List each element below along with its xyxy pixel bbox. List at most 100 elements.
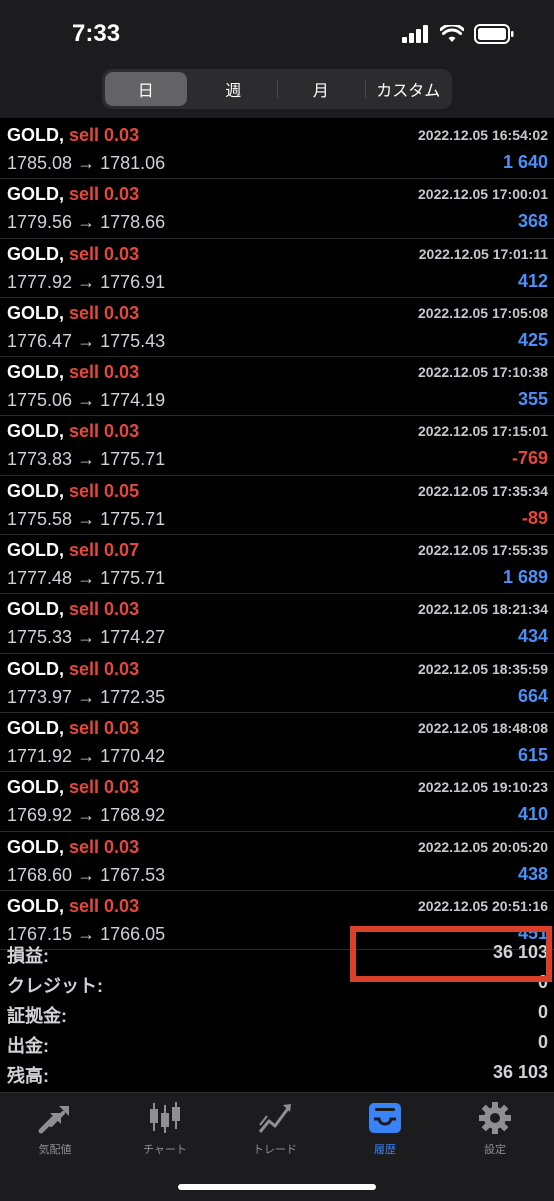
deal-row[interactable]: GOLD, sell 0.03 2022.12.05 20:05:20 1768.6…: [0, 832, 554, 891]
deal-datetime: 2022.12.05 17:10:38: [418, 364, 548, 381]
tab-settings[interactable]: 設定: [440, 1101, 550, 1161]
deal-row[interactable]: GOLD, sell 0.03 2022.12.05 18:35:59 1773.9…: [0, 654, 554, 713]
deal-row[interactable]: GOLD, sell 0.03 2022.12.05 17:00:01 1779.5…: [0, 179, 554, 239]
tab-chart[interactable]: チャート: [110, 1101, 220, 1161]
summary-value: 36 103: [492, 1062, 548, 1082]
deal-datetime: 2022.12.05 17:35:34: [418, 482, 548, 499]
tab-quotes[interactable]: 気配値: [0, 1101, 110, 1161]
deal-profit: 355: [517, 389, 548, 410]
tab-label-quotes: 気配値: [38, 1144, 72, 1156]
deal-symbol: GOLD, sell 0.03: [7, 421, 139, 442]
symbol-text: GOLD,: [7, 184, 64, 205]
candlestick-chart-icon: [150, 1102, 180, 1133]
period-tab-week[interactable]: 週: [193, 72, 275, 106]
header: 7:33 日 週 月 カスタム: [0, 0, 554, 118]
deal-symbol: GOLD, sell 0.03: [7, 718, 139, 739]
deal-row[interactable]: GOLD, sell 0.03 2022.12.05 17:10:38 1775.0…: [0, 357, 554, 417]
deal-datetime: 2022.12.05 16:54:02: [418, 127, 548, 143]
deal-datetime: 2022.12.05 18:35:59: [418, 660, 548, 677]
home-indicator[interactable]: [178, 1184, 376, 1190]
deal-row[interactable]: GOLD, sell 0.03 2022.12.05 17:15:01 1773.8…: [0, 416, 554, 476]
deal-profit: 664: [517, 685, 548, 706]
symbol-text: GOLD,: [7, 362, 64, 383]
deal-symbol: GOLD, sell 0.05: [7, 481, 139, 502]
deal-prices: 1768.60 → 1767.53: [7, 864, 166, 885]
deal-side-volume: sell 0.03: [69, 302, 140, 323]
period-tab-day[interactable]: 日: [105, 72, 187, 106]
summary-row: 残高: 36 103: [0, 1058, 554, 1088]
tab-history[interactable]: 履歴: [330, 1101, 440, 1161]
deal-row[interactable]: GOLD, sell 0.03 2022.12.05 16:54:02 1785.0…: [0, 120, 554, 180]
symbol-text: GOLD,: [7, 658, 64, 679]
deal-datetime: 2022.12.05 18:21:34: [418, 601, 548, 618]
deal-profit: 1 640: [502, 152, 548, 172]
deal-profit: 1 689: [502, 567, 548, 588]
history-inbox-icon: [369, 1103, 401, 1133]
summary-label: 証拠金:: [7, 1006, 67, 1026]
summary-label: 損益:: [7, 946, 49, 966]
deal-symbol: GOLD, sell 0.03: [7, 896, 139, 917]
deal-profit: -89: [521, 507, 548, 528]
tab-label-chart: チャート: [143, 1144, 187, 1156]
tab-label-trade: トレード: [253, 1144, 297, 1156]
deal-history-list: GOLD, sell 0.03 2022.12.05 16:54:02 1785.0…: [0, 120, 554, 951]
symbol-text: GOLD,: [7, 599, 64, 620]
deal-profit: 434: [517, 626, 548, 647]
deal-side-volume: sell 0.03: [69, 836, 140, 857]
tab-trade[interactable]: トレード: [220, 1101, 330, 1161]
deal-row[interactable]: GOLD, sell 0.03 2022.12.05 17:01:11 1777.9…: [0, 239, 554, 298]
deal-side-volume: sell 0.03: [69, 895, 140, 916]
symbol-text: GOLD,: [7, 480, 64, 501]
deal-prices: 1777.48 → 1775.71: [7, 568, 166, 589]
deal-side-volume: sell 0.03: [69, 243, 140, 264]
deal-row[interactable]: GOLD, sell 0.03 2022.12.05 17:05:08 1776.4…: [0, 298, 554, 358]
deal-row[interactable]: GOLD, sell 0.03 2022.12.05 18:21:34 1775.3…: [0, 594, 554, 654]
deal-row[interactable]: GOLD, sell 0.03 2022.12.05 19:10:23 1769.9…: [0, 772, 554, 832]
deal-symbol: GOLD, sell 0.07: [7, 540, 139, 561]
symbol-text: GOLD,: [7, 302, 64, 323]
deal-row[interactable]: GOLD, sell 0.03 2022.12.05 18:48:08 1771.9…: [0, 713, 554, 773]
deal-datetime: 2022.12.05 17:15:01: [418, 423, 548, 440]
deal-prices: 1771.92 → 1770.42: [7, 745, 166, 766]
deal-prices: 1776.47 → 1775.43: [7, 330, 166, 351]
deal-datetime: 2022.12.05 17:01:11: [418, 245, 548, 262]
summary-value: 0: [537, 1032, 548, 1052]
summary-row: 証拠金: 0: [0, 998, 554, 1028]
deal-profit: 368: [517, 211, 548, 232]
symbol-text: GOLD,: [7, 895, 64, 916]
deal-side-volume: sell 0.03: [69, 599, 140, 620]
period-tab-month[interactable]: 月: [277, 72, 362, 106]
deal-row[interactable]: GOLD, sell 0.07 2022.12.05 17:55:35 1777.4…: [0, 535, 554, 595]
settings-gear-icon: [479, 1102, 511, 1134]
symbol-text: GOLD,: [7, 125, 64, 145]
summary-label: クレジット:: [7, 976, 103, 996]
status-time: 7:33: [72, 20, 121, 47]
deal-symbol: GOLD, sell 0.03: [7, 184, 139, 205]
battery-icon: [474, 24, 514, 44]
deal-profit: 425: [517, 329, 548, 350]
deal-prices: 1777.92 → 1776.91: [7, 271, 166, 292]
status-icons: [402, 24, 514, 44]
symbol-text: GOLD,: [7, 540, 64, 561]
symbol-text: GOLD,: [7, 717, 64, 738]
tab-label-history: 履歴: [374, 1144, 396, 1156]
deal-datetime: 2022.12.05 18:48:08: [418, 719, 548, 736]
cellular-signal-icon: [402, 25, 428, 43]
period-tab-custom[interactable]: カスタム: [364, 72, 450, 106]
deal-datetime: 2022.12.05 17:55:35: [418, 542, 548, 559]
deal-datetime: 2022.12.05 19:10:23: [418, 779, 548, 796]
quotes-arrows-icon: [38, 1106, 69, 1134]
deal-side-volume: sell 0.05: [69, 480, 140, 501]
deal-prices: 1775.33 → 1774.27: [7, 627, 166, 648]
deal-profit: -769: [511, 448, 548, 469]
highlight-box: [350, 926, 552, 982]
deal-symbol: GOLD, sell 0.03: [7, 599, 139, 620]
deal-datetime: 2022.12.05 17:00:01: [418, 186, 548, 203]
deal-prices: 1775.06 → 1774.19: [7, 390, 166, 411]
deal-prices: 1785.08 → 1781.06: [7, 153, 166, 173]
deal-prices: 1773.83 → 1775.71: [7, 449, 166, 470]
deal-symbol: GOLD, sell 0.03: [7, 362, 139, 383]
deal-datetime: 2022.12.05 20:05:20: [418, 838, 548, 855]
deal-row[interactable]: GOLD, sell 0.05 2022.12.05 17:35:34 1775.5…: [0, 476, 554, 536]
deal-side-volume: sell 0.07: [69, 540, 140, 561]
